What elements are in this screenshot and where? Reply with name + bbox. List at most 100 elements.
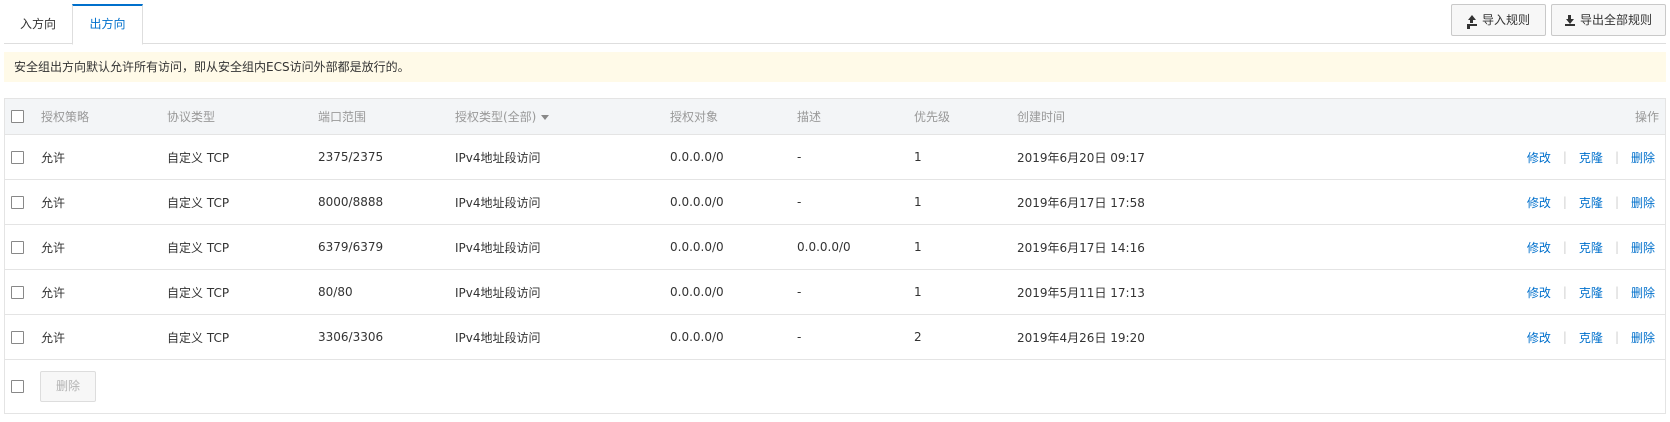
cell-priority: 2 [914, 330, 922, 344]
action-divider: | [1614, 330, 1619, 344]
cell-protocol: 自定义 TCP [167, 330, 230, 345]
action-divider: | [1562, 240, 1567, 254]
cell-created: 2019年4月26日 19:20 [1017, 330, 1145, 345]
cell-priority: 1 [914, 150, 922, 164]
cell-protocol: 自定义 TCP [167, 150, 230, 165]
cell-description: - [797, 195, 802, 209]
delete-link[interactable]: 删除 [1631, 194, 1655, 211]
cell-priority: 1 [914, 240, 922, 254]
outbound-notice: 安全组出方向默认允许所有访问，即从安全组内ECS访问外部都是放行的。 [4, 52, 1666, 82]
cell-object: 0.0.0.0/0 [670, 150, 724, 164]
cell-object: 0.0.0.0/0 [670, 240, 724, 254]
rules-table: 授权策略 协议类型 端口范围 授权类型(全部) 授权对象 描述 优先级 创建时间… [4, 98, 1666, 414]
tab-outbound[interactable]: 出方向 [72, 4, 143, 45]
cell-port: 3306/3306 [318, 330, 384, 344]
cell-auth-type: IPv4地址段访问 [455, 285, 541, 300]
row-checkbox[interactable] [11, 195, 24, 209]
row-checkbox[interactable] [11, 150, 24, 164]
action-divider: | [1614, 285, 1619, 299]
clone-link[interactable]: 克隆 [1579, 329, 1603, 346]
row-checkbox[interactable] [11, 330, 24, 344]
cell-object: 0.0.0.0/0 [670, 285, 724, 299]
upload-icon [1466, 14, 1477, 26]
cell-priority: 1 [914, 285, 922, 299]
action-divider: | [1562, 330, 1567, 344]
header-object: 授权对象 [670, 110, 719, 124]
select-all-checkbox[interactable] [11, 110, 24, 123]
edit-link[interactable]: 修改 [1527, 284, 1551, 301]
action-divider: | [1614, 240, 1619, 254]
direction-tabs: 入方向 出方向 [4, 4, 1666, 45]
header-protocol: 协议类型 [167, 110, 216, 124]
export-all-rules-label: 导出全部规则 [1579, 13, 1652, 27]
header-auth-type-filter[interactable]: 授权类型(全部) [455, 99, 550, 134]
bulk-delete-button[interactable]: 删除 [40, 371, 96, 402]
edit-link[interactable]: 修改 [1527, 329, 1551, 346]
cell-actions: 修改 | 克隆 | 删除 [1527, 225, 1655, 269]
cell-created: 2019年6月17日 17:58 [1017, 195, 1145, 210]
caret-down-icon [541, 114, 550, 120]
cell-created: 2019年6月17日 14:16 [1017, 240, 1145, 255]
cell-policy: 允许 [41, 330, 66, 345]
header-auth-type-label: 授权类型(全部) [455, 110, 537, 124]
tab-inbound[interactable]: 入方向 [4, 4, 72, 44]
cell-port: 80/80 [318, 285, 353, 299]
table-row: 允许 自定义 TCP 2375/2375 IPv4地址段访问 0.0.0.0/0 - 1 20… [5, 135, 1665, 180]
header-created: 创建时间 [1017, 110, 1066, 124]
cell-created: 2019年6月20日 09:17 [1017, 150, 1145, 165]
cell-description: 0.0.0.0/0 [797, 240, 851, 254]
edit-link[interactable]: 修改 [1527, 194, 1551, 211]
cell-policy: 允许 [41, 240, 66, 255]
action-divider: | [1614, 150, 1619, 164]
cell-protocol: 自定义 TCP [167, 240, 230, 255]
cell-actions: 修改 | 克隆 | 删除 [1527, 180, 1655, 224]
cell-actions: 修改 | 克隆 | 删除 [1527, 135, 1655, 179]
delete-link[interactable]: 删除 [1631, 329, 1655, 346]
action-divider: | [1614, 195, 1619, 209]
header-priority: 优先级 [914, 110, 951, 124]
clone-link[interactable]: 克隆 [1579, 194, 1603, 211]
table-header: 授权策略 协议类型 端口范围 授权类型(全部) 授权对象 描述 优先级 创建时间… [5, 99, 1665, 135]
delete-link[interactable]: 删除 [1631, 239, 1655, 256]
clone-link[interactable]: 克隆 [1579, 284, 1603, 301]
delete-link[interactable]: 删除 [1631, 284, 1655, 301]
clone-link[interactable]: 克隆 [1579, 149, 1603, 166]
row-checkbox[interactable] [11, 240, 24, 254]
footer-select-all-checkbox[interactable] [11, 380, 24, 393]
cell-priority: 1 [914, 195, 922, 209]
cell-policy: 允许 [41, 195, 66, 210]
cell-object: 0.0.0.0/0 [670, 330, 724, 344]
header-description: 描述 [797, 110, 822, 124]
cell-description: - [797, 150, 802, 164]
cell-created: 2019年5月11日 17:13 [1017, 285, 1145, 300]
header-port: 端口范围 [318, 110, 367, 124]
cell-protocol: 自定义 TCP [167, 285, 230, 300]
cell-auth-type: IPv4地址段访问 [455, 330, 541, 345]
cell-object: 0.0.0.0/0 [670, 195, 724, 209]
cell-description: - [797, 285, 802, 299]
cell-policy: 允许 [41, 150, 66, 165]
import-rules-label: 导入规则 [1481, 13, 1530, 27]
action-divider: | [1562, 195, 1567, 209]
cell-port: 6379/6379 [318, 240, 384, 254]
action-divider: | [1562, 285, 1567, 299]
clone-link[interactable]: 克隆 [1579, 239, 1603, 256]
cell-protocol: 自定义 TCP [167, 195, 230, 210]
cell-policy: 允许 [41, 285, 66, 300]
row-checkbox[interactable] [11, 285, 24, 299]
edit-link[interactable]: 修改 [1527, 239, 1551, 256]
header-policy: 授权策略 [41, 110, 90, 124]
import-rules-button[interactable]: 导入规则 [1451, 4, 1546, 36]
delete-link[interactable]: 删除 [1631, 149, 1655, 166]
cell-auth-type: IPv4地址段访问 [455, 240, 541, 255]
cell-actions: 修改 | 克隆 | 删除 [1527, 315, 1655, 359]
download-icon [1564, 14, 1575, 26]
table-footer: 删除 [5, 360, 1665, 414]
edit-link[interactable]: 修改 [1527, 149, 1551, 166]
action-divider: | [1562, 150, 1567, 164]
table-row: 允许 自定义 TCP 6379/6379 IPv4地址段访问 0.0.0.0/0 0.0.… [5, 225, 1665, 270]
cell-actions: 修改 | 克隆 | 删除 [1527, 270, 1655, 314]
cell-description: - [797, 330, 802, 344]
cell-port: 8000/8888 [318, 195, 384, 209]
export-all-rules-button[interactable]: 导出全部规则 [1551, 4, 1666, 36]
